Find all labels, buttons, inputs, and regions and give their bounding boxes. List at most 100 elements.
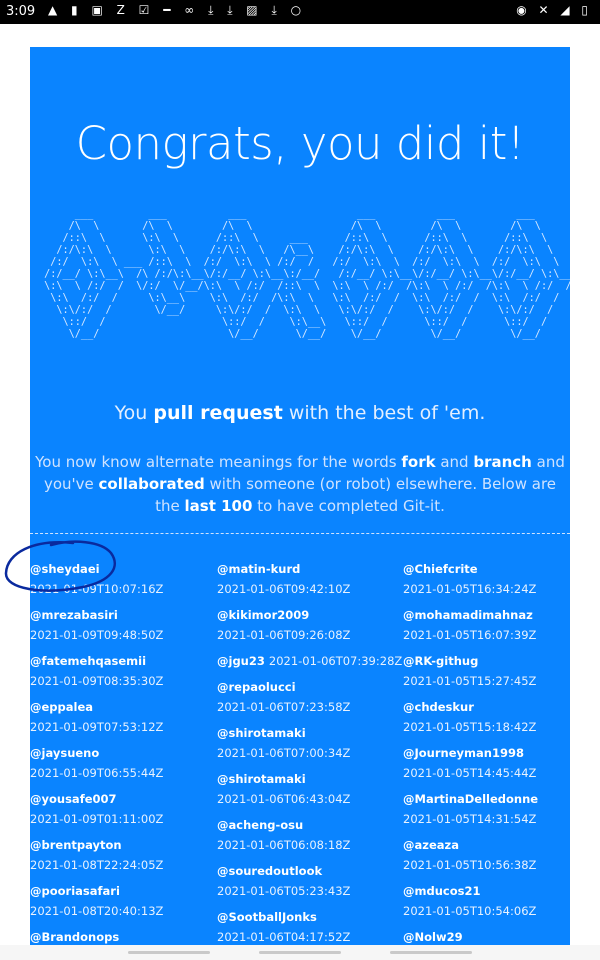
completer-date: 2021-01-08T22:24:05Z bbox=[30, 858, 164, 872]
completer-entry: @chdeskur 2021-01-05T15:18:42Z bbox=[403, 697, 570, 743]
completer-entry: @mohamadimahnaz 2021-01-05T16:07:39Z bbox=[403, 605, 570, 651]
intro-bold-last-100: last 100 bbox=[184, 497, 253, 515]
tagline: You pull request with the best of 'em. bbox=[30, 402, 570, 424]
completer-date: 2021-01-05T15:18:42Z bbox=[403, 720, 537, 734]
completer-entry: @jgu23 2021-01-06T07:39:28Z bbox=[217, 651, 402, 677]
completer-entry: @RK-githug 2021-01-05T15:27:45Z bbox=[403, 651, 570, 697]
completer-date: 2021-01-05T14:45:44Z bbox=[403, 766, 537, 780]
completer-username-link[interactable]: @pooriasafari bbox=[30, 881, 210, 901]
completer-date: 2021-01-09T07:53:12Z bbox=[30, 720, 164, 734]
completer-username-link[interactable]: @sheydaei bbox=[30, 559, 210, 579]
completer-username-link[interactable]: @jaysueno bbox=[30, 743, 210, 763]
completer-date: 2021-01-05T10:56:38Z bbox=[403, 858, 537, 872]
page-headline: Congrats, you did it! bbox=[75, 117, 525, 170]
completer-entry: @brentpayton 2021-01-08T22:24:05Z bbox=[30, 835, 210, 881]
completer-entry: @shirotamaki 2021-01-06T07:00:34Z bbox=[217, 723, 397, 769]
intro-bold-collaborated: collaborated bbox=[98, 475, 205, 493]
intro-text-5: to have completed Git-it. bbox=[252, 497, 445, 515]
completer-date: 2021-01-05T16:07:39Z bbox=[403, 628, 537, 642]
system-nav-bar bbox=[0, 945, 600, 960]
completer-date: 2021-01-06T07:00:34Z bbox=[217, 746, 351, 760]
completer-date: 2021-01-06T07:23:58Z bbox=[217, 700, 351, 714]
completer-username-link[interactable]: @kikimor2009 bbox=[217, 605, 397, 625]
completer-entry: @mducos21 2021-01-05T10:54:06Z bbox=[403, 881, 570, 927]
completer-username-link[interactable]: @shirotamaki bbox=[217, 769, 397, 789]
completer-username-link[interactable]: @eppalea bbox=[30, 697, 210, 717]
completer-date: 2021-01-06T06:43:04Z bbox=[217, 792, 351, 806]
completer-username-link[interactable]: @SootballJonks bbox=[217, 907, 397, 927]
nav-back-button[interactable] bbox=[390, 951, 472, 954]
system-status-icons: ◉ ✕ ◢ ▯ bbox=[516, 3, 592, 17]
completer-date: 2021-01-09T06:55:44Z bbox=[30, 766, 164, 780]
completer-date: 2021-01-05T15:27:45Z bbox=[403, 674, 537, 688]
congrats-card: Congrats, you did it! ___ ___ ___ ___ __… bbox=[30, 47, 570, 960]
completer-entry: @fatemehqasemii 2021-01-09T08:35:30Z bbox=[30, 651, 210, 697]
intro-text-1: You now know alternate meanings for the … bbox=[35, 453, 402, 471]
ascii-art-banner: ___ ___ ___ ___ ___ ___ /\ \ /\ \ /\ \ /… bbox=[44, 209, 570, 340]
completer-date: 2021-01-09T09:48:50Z bbox=[30, 628, 164, 642]
dashed-divider bbox=[30, 533, 570, 534]
completer-username-link[interactable]: @acheng-osu bbox=[217, 815, 397, 835]
completer-username-link[interactable]: @Journeyman1998 bbox=[403, 743, 570, 763]
completer-entry: @pooriasafari 2021-01-08T20:40:13Z bbox=[30, 881, 210, 927]
completer-entry: @acheng-osu 2021-01-06T06:08:18Z bbox=[217, 815, 397, 861]
completer-username-link[interactable]: @Chiefcrite bbox=[403, 559, 570, 579]
completer-entry: @azeaza 2021-01-05T10:56:38Z bbox=[403, 835, 570, 881]
completer-username-link[interactable]: @azeaza bbox=[403, 835, 570, 855]
completer-username-link[interactable]: @mducos21 bbox=[403, 881, 570, 901]
completer-date: 2021-01-06T05:23:43Z bbox=[217, 884, 351, 898]
tagline-pre: You bbox=[114, 402, 154, 424]
completer-entry: @kikimor2009 2021-01-06T09:26:08Z bbox=[217, 605, 397, 651]
intro-paragraph: You now know alternate meanings for the … bbox=[34, 451, 566, 517]
completer-date: 2021-01-09T10:07:16Z bbox=[30, 582, 164, 596]
completer-entry: @souredoutlook 2021-01-06T05:23:43Z bbox=[217, 861, 397, 907]
completer-username-link[interactable]: @fatemehqasemii bbox=[30, 651, 210, 671]
completer-username-link[interactable]: @Brandonops bbox=[30, 927, 210, 947]
completer-entry: @eppalea 2021-01-09T07:53:12Z bbox=[30, 697, 210, 743]
tagline-bold: pull request bbox=[153, 402, 283, 424]
completer-date: 2021-01-06T06:08:18Z bbox=[217, 838, 351, 852]
completer-entry: @matin-kurd 2021-01-06T09:42:10Z bbox=[217, 559, 397, 605]
completers-column-1: @sheydaei 2021-01-09T10:07:16Z @mrezabasi… bbox=[30, 559, 210, 960]
completer-date: 2021-01-05T14:31:54Z bbox=[403, 812, 537, 826]
completer-date: 2021-01-08T20:40:13Z bbox=[30, 904, 164, 918]
completer-username-link[interactable]: @MartinaDelledonne bbox=[403, 789, 570, 809]
completer-date: 2021-01-05T16:34:24Z bbox=[403, 582, 537, 596]
notification-icons: ▲ ▮ ▣ Z ☑ ━ ∞ ⤓ ⤓ ▨ ⤓ ○ bbox=[48, 3, 307, 17]
completer-date: 2021-01-06T04:17:52Z bbox=[217, 930, 351, 944]
completer-entry: @sheydaei 2021-01-09T10:07:16Z bbox=[30, 559, 210, 605]
completer-entry: @MartinaDelledonne 2021-01-05T14:31:54Z bbox=[403, 789, 570, 835]
completer-username-link[interactable]: @mohamadimahnaz bbox=[403, 605, 570, 625]
nav-recents-button[interactable] bbox=[128, 951, 210, 954]
status-bar: 3:09 ▲ ▮ ▣ Z ☑ ━ ∞ ⤓ ⤓ ▨ ⤓ ○ ◉ ✕ ◢ ▯ bbox=[0, 0, 600, 24]
completer-date: 2021-01-09T08:35:30Z bbox=[30, 674, 164, 688]
intro-text-2: and bbox=[435, 453, 474, 471]
completer-username-link[interactable]: @chdeskur bbox=[403, 697, 570, 717]
completer-username-link[interactable]: @RK-githug bbox=[403, 651, 570, 671]
completer-username-link[interactable]: @matin-kurd bbox=[217, 559, 397, 579]
completer-username-link[interactable]: @shirotamaki bbox=[217, 723, 397, 743]
completers-column-2: @matin-kurd 2021-01-06T09:42:10Z @kikimor… bbox=[217, 559, 402, 953]
completer-date: 2021-01-06T09:42:10Z bbox=[217, 582, 351, 596]
completers-column-3: @Chiefcrite 2021-01-05T16:34:24Z @mohamad… bbox=[403, 559, 570, 960]
completer-username-link[interactable]: @repaolucci bbox=[217, 677, 397, 697]
completer-entry: @yousafe007 2021-01-09T01:11:00Z bbox=[30, 789, 210, 835]
completer-username-link[interactable]: @brentpayton bbox=[30, 835, 210, 855]
intro-bold-fork: fork bbox=[401, 453, 436, 471]
completer-date: 2021-01-06T07:39:28Z bbox=[268, 654, 403, 668]
intro-bold-branch: branch bbox=[473, 453, 532, 471]
completer-date: 2021-01-06T09:26:08Z bbox=[217, 628, 351, 642]
completer-entry: @shirotamaki 2021-01-06T06:43:04Z bbox=[217, 769, 397, 815]
completer-username-link[interactable]: @Nolw29 bbox=[403, 927, 570, 947]
completers-list: @sheydaei 2021-01-09T10:07:16Z @mrezabasi… bbox=[30, 559, 570, 960]
completer-username-link[interactable]: @jgu23 bbox=[217, 654, 265, 668]
completer-entry: @mrezabasiri 2021-01-09T09:48:50Z bbox=[30, 605, 210, 651]
completer-entry: @Journeyman1998 2021-01-05T14:45:44Z bbox=[403, 743, 570, 789]
completer-entry: @repaolucci 2021-01-06T07:23:58Z bbox=[217, 677, 397, 723]
nav-home-button[interactable] bbox=[259, 951, 341, 954]
completer-username-link[interactable]: @yousafe007 bbox=[30, 789, 210, 809]
completer-date: 2021-01-05T10:54:06Z bbox=[403, 904, 537, 918]
completer-username-link[interactable]: @souredoutlook bbox=[217, 861, 397, 881]
completer-username-link[interactable]: @mrezabasiri bbox=[30, 605, 210, 625]
completer-entry: @Chiefcrite 2021-01-05T16:34:24Z bbox=[403, 559, 570, 605]
